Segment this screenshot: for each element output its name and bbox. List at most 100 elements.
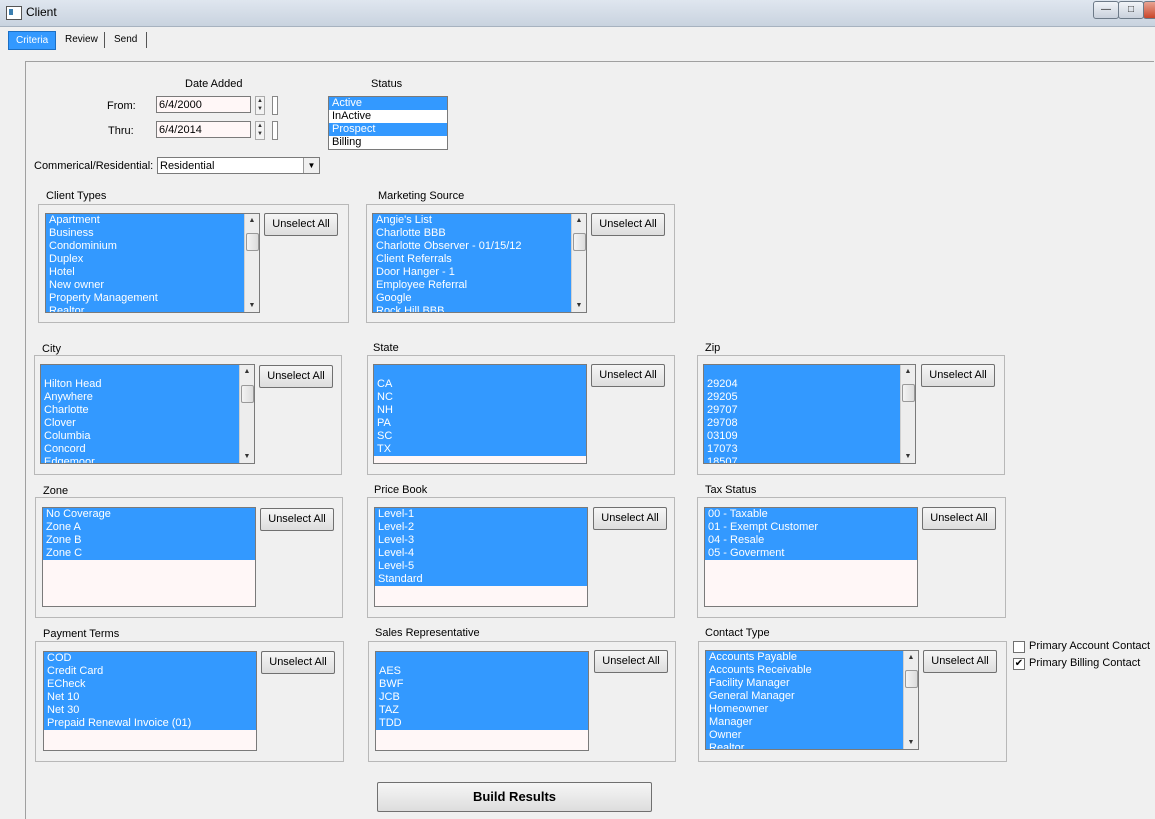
price-book-unselect-all-button[interactable]: Unselect All bbox=[593, 507, 667, 530]
tax-status-unselect-all-button[interactable]: Unselect All bbox=[922, 507, 996, 530]
city-item[interactable]: Edgemoor bbox=[41, 456, 239, 463]
contact-type-item[interactable]: Manager bbox=[706, 716, 903, 729]
contact-type-scrollbar[interactable]: ▲ ▼ bbox=[903, 651, 918, 749]
scrollbar-thumb[interactable] bbox=[905, 670, 918, 688]
scrollbar-thumb[interactable] bbox=[902, 384, 915, 402]
client-types-item[interactable]: Apartment bbox=[46, 214, 244, 227]
marketing-source-item[interactable]: Rock Hill BBB bbox=[373, 305, 571, 312]
state-listbox[interactable]: CA NC NH PA SC TX bbox=[373, 364, 587, 464]
marketing-source-item[interactable]: Charlotte Observer - 01/15/12 bbox=[373, 240, 571, 253]
tab-criteria[interactable]: Criteria bbox=[8, 31, 57, 50]
tax-status-listbox[interactable]: 00 - Taxable 01 - Exempt Customer 04 - Res… bbox=[704, 507, 918, 607]
zip-item[interactable]: 29707 bbox=[704, 404, 900, 417]
zone-item[interactable]: Zone B bbox=[43, 534, 255, 547]
state-item[interactable]: PA bbox=[374, 417, 586, 430]
tax-status-item[interactable]: 04 - Resale bbox=[705, 534, 917, 547]
city-item[interactable]: Concord bbox=[41, 443, 239, 456]
price-book-item[interactable]: Level-3 bbox=[375, 534, 587, 547]
client-types-scrollbar[interactable]: ▲ ▼ bbox=[244, 214, 259, 312]
status-item[interactable]: Billing bbox=[329, 136, 447, 149]
client-types-item[interactable]: Business bbox=[46, 227, 244, 240]
zone-item[interactable]: Zone A bbox=[43, 521, 255, 534]
city-listbox[interactable]: Hilton Head Anywhere Charlotte Clover Columb… bbox=[40, 364, 255, 464]
zone-unselect-all-button[interactable]: Unselect All bbox=[260, 508, 334, 531]
from-date-picker-button[interactable] bbox=[272, 96, 278, 115]
chevron-up-icon[interactable]: ▲ bbox=[901, 365, 915, 378]
contact-type-item[interactable]: Accounts Receivable bbox=[706, 664, 903, 677]
state-item[interactable]: CA bbox=[374, 378, 586, 391]
zip-item[interactable]: 03109 bbox=[704, 430, 900, 443]
tab-review[interactable]: Review bbox=[58, 31, 105, 48]
client-types-listbox[interactable]: Apartment Business Condominium Duplex Hotel N… bbox=[45, 213, 260, 313]
maximize-button[interactable]: □ bbox=[1118, 1, 1144, 19]
state-unselect-all-button[interactable]: Unselect All bbox=[591, 364, 665, 387]
contact-type-listbox[interactable]: Accounts Payable Accounts Receivable Facil… bbox=[705, 650, 919, 750]
primary-billing-contact-checkbox[interactable]: ✔ bbox=[1013, 658, 1025, 670]
zone-listbox[interactable]: No Coverage Zone A Zone B Zone C bbox=[42, 507, 256, 607]
sales-representative-item[interactable]: AES bbox=[376, 665, 588, 678]
marketing-source-item[interactable]: Angie's List bbox=[373, 214, 571, 227]
sales-representative-item[interactable]: BWF bbox=[376, 678, 588, 691]
zip-unselect-all-button[interactable]: Unselect All bbox=[921, 364, 995, 387]
contact-type-item[interactable]: General Manager bbox=[706, 690, 903, 703]
price-book-item[interactable]: Level-1 bbox=[375, 508, 587, 521]
tax-status-item[interactable]: 01 - Exempt Customer bbox=[705, 521, 917, 534]
chevron-up-icon[interactable]: ▲ bbox=[240, 365, 254, 378]
payment-terms-item[interactable]: ECheck bbox=[44, 678, 256, 691]
price-book-item[interactable]: Standard bbox=[375, 573, 587, 586]
from-date-field[interactable]: 6/4/2000 bbox=[156, 96, 251, 113]
payment-terms-item[interactable]: Credit Card bbox=[44, 665, 256, 678]
state-item[interactable]: SC bbox=[374, 430, 586, 443]
status-item[interactable]: Active bbox=[329, 97, 447, 110]
price-book-item[interactable]: Level-5 bbox=[375, 560, 587, 573]
scrollbar-thumb[interactable] bbox=[246, 233, 259, 251]
contact-type-item[interactable]: Accounts Payable bbox=[706, 651, 903, 664]
state-item[interactable]: TX bbox=[374, 443, 586, 456]
zip-item[interactable] bbox=[704, 365, 900, 378]
client-types-item[interactable]: Property Management bbox=[46, 292, 244, 305]
thru-date-picker-button[interactable] bbox=[272, 121, 278, 140]
zone-item[interactable]: Zone C bbox=[43, 547, 255, 560]
zip-item[interactable]: 29205 bbox=[704, 391, 900, 404]
payment-terms-unselect-all-button[interactable]: Unselect All bbox=[261, 651, 335, 674]
close-button[interactable] bbox=[1143, 1, 1155, 19]
payment-terms-item[interactable]: Net 10 bbox=[44, 691, 256, 704]
scrollbar-thumb[interactable] bbox=[241, 385, 254, 403]
primary-account-contact-checkbox[interactable] bbox=[1013, 641, 1025, 653]
chevron-down-icon[interactable]: ▼ bbox=[572, 299, 586, 312]
zip-listbox[interactable]: 29204 29205 29707 29708 03109 17073 18507 ▲ ▼ bbox=[703, 364, 916, 464]
city-item[interactable] bbox=[41, 365, 239, 378]
marketing-source-item[interactable]: Door Hanger - 1 bbox=[373, 266, 571, 279]
chevron-down-icon[interactable]: ▼ bbox=[240, 450, 254, 463]
sales-representative-listbox[interactable]: AES BWF JCB TAZ TDD bbox=[375, 651, 589, 751]
from-date-spinner[interactable]: ▲ ▼ bbox=[255, 96, 265, 115]
payment-terms-item[interactable]: COD bbox=[44, 652, 256, 665]
marketing-source-item[interactable]: Charlotte BBB bbox=[373, 227, 571, 240]
commercial-residential-select[interactable]: Residential ▼ bbox=[157, 157, 320, 174]
sales-representative-item[interactable]: JCB bbox=[376, 691, 588, 704]
city-item[interactable]: Columbia bbox=[41, 430, 239, 443]
city-item[interactable]: Anywhere bbox=[41, 391, 239, 404]
marketing-source-item[interactable]: Client Referrals bbox=[373, 253, 571, 266]
marketing-source-item[interactable]: Google bbox=[373, 292, 571, 305]
sales-representative-item[interactable] bbox=[376, 652, 588, 665]
zone-item[interactable]: No Coverage bbox=[43, 508, 255, 521]
city-item[interactable]: Charlotte bbox=[41, 404, 239, 417]
city-scrollbar[interactable]: ▲ ▼ bbox=[239, 365, 254, 463]
thru-date-spinner[interactable]: ▲ ▼ bbox=[255, 121, 265, 140]
tax-status-item[interactable]: 00 - Taxable bbox=[705, 508, 917, 521]
payment-terms-listbox[interactable]: COD Credit Card ECheck Net 10 Net 30 Prepaid … bbox=[43, 651, 257, 751]
contact-type-unselect-all-button[interactable]: Unselect All bbox=[923, 650, 997, 673]
minimize-button[interactable]: — bbox=[1093, 1, 1119, 19]
price-book-item[interactable]: Level-2 bbox=[375, 521, 587, 534]
city-unselect-all-button[interactable]: Unselect All bbox=[259, 365, 333, 388]
status-item[interactable]: Prospect bbox=[329, 123, 447, 136]
client-types-item[interactable]: Hotel bbox=[46, 266, 244, 279]
state-item[interactable]: NH bbox=[374, 404, 586, 417]
tab-send[interactable]: Send bbox=[107, 31, 144, 48]
chevron-down-icon[interactable]: ▼ bbox=[303, 158, 319, 173]
zip-scrollbar[interactable]: ▲ ▼ bbox=[900, 365, 915, 463]
client-types-item[interactable]: Realtor bbox=[46, 305, 244, 312]
sales-representative-item[interactable]: TDD bbox=[376, 717, 588, 730]
sales-representative-item[interactable]: TAZ bbox=[376, 704, 588, 717]
